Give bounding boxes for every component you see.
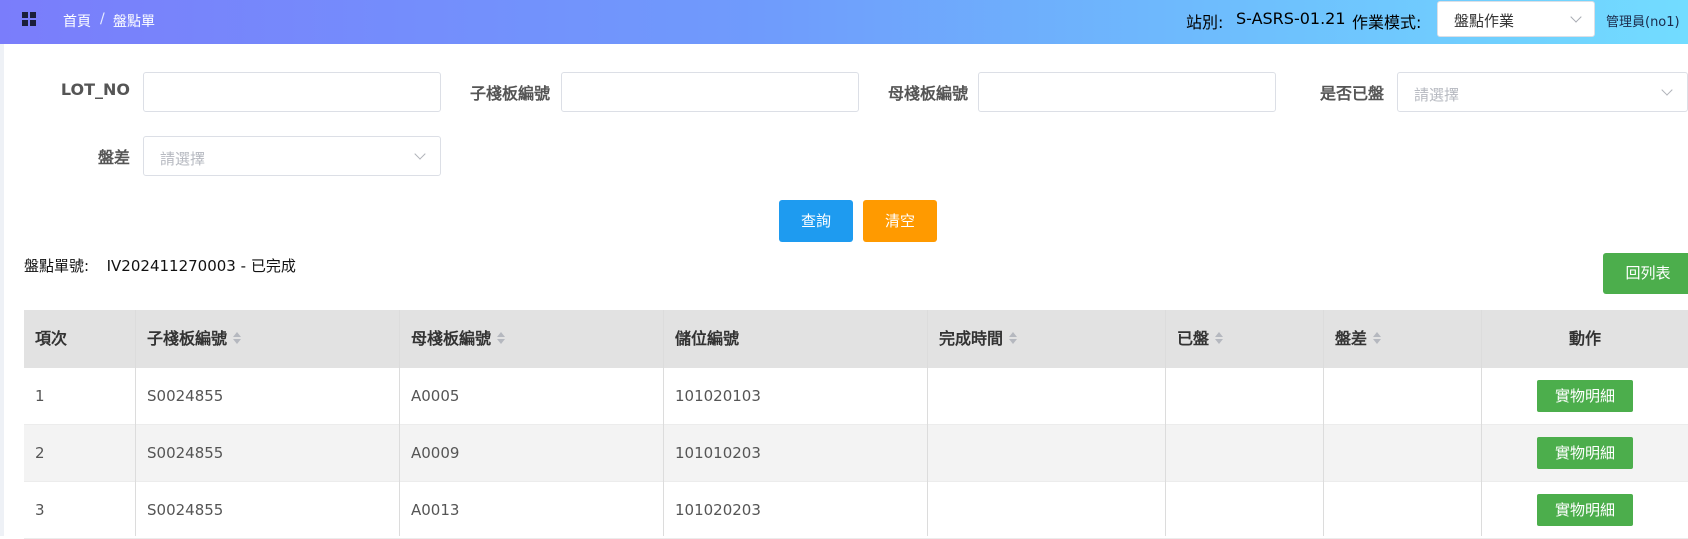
counted-select[interactable]: 請選擇 bbox=[1397, 72, 1688, 112]
left-strip bbox=[0, 44, 4, 536]
diff-label: 盤差 bbox=[97, 148, 130, 167]
cell-child-board: S0024855 bbox=[147, 501, 224, 519]
column-header-parent-board[interactable]: 母棧板編號 bbox=[400, 310, 664, 368]
mode-select[interactable]: 盤點作業 bbox=[1437, 1, 1595, 37]
column-header-child-board[interactable]: 子棧板編號 bbox=[136, 310, 400, 368]
cell-child-board: S0024855 bbox=[147, 444, 224, 462]
cell-diff bbox=[1324, 482, 1335, 538]
cell-counted bbox=[1166, 482, 1177, 538]
cell-done-time bbox=[928, 482, 939, 538]
column-divider bbox=[135, 310, 136, 536]
cell-parent-board: A0009 bbox=[411, 444, 460, 462]
cell-parent-board: A0013 bbox=[411, 501, 460, 519]
table-row: 2 S0024855 A0009 101010203 實物明細 bbox=[24, 425, 1688, 482]
chevron-down-icon bbox=[1661, 84, 1673, 96]
cell-child-board: S0024855 bbox=[147, 387, 224, 405]
diff-select[interactable]: 請選擇 bbox=[143, 136, 441, 176]
order-status: 已完成 bbox=[250, 257, 296, 275]
counted-select-placeholder: 請選擇 bbox=[1414, 86, 1460, 104]
sort-caret-icon[interactable] bbox=[1009, 331, 1018, 345]
column-divider bbox=[1323, 310, 1324, 536]
mode-label: 作業模式: bbox=[1352, 13, 1422, 32]
cell-diff bbox=[1324, 368, 1335, 424]
table-row: 3 S0024855 A0013 101020203 實物明細 bbox=[24, 482, 1688, 539]
column-header-done-time[interactable]: 完成時間 bbox=[928, 310, 1166, 368]
sort-caret-icon[interactable] bbox=[1373, 331, 1382, 345]
order-label: 盤點單號: bbox=[24, 257, 90, 275]
column-header-counted[interactable]: 已盤 bbox=[1166, 310, 1324, 368]
breadcrumb-current: 盤點單 bbox=[113, 14, 155, 30]
cell-done-time bbox=[928, 425, 939, 481]
sort-caret-icon[interactable] bbox=[233, 331, 242, 345]
query-button[interactable]: 查詢 bbox=[779, 200, 853, 242]
column-header-location: 儲位編號 bbox=[675, 329, 740, 348]
cell-location: 101010203 bbox=[675, 444, 761, 462]
chevron-down-icon bbox=[1570, 11, 1582, 23]
apps-grid-icon[interactable] bbox=[22, 12, 36, 26]
top-bar: 首頁 / 盤點單 站別: S-ASRS-01.21 作業模式: 盤點作業 管理員… bbox=[0, 0, 1688, 44]
order-info: 盤點單號: IV202411270003 - 已完成 bbox=[24, 255, 296, 276]
cell-counted bbox=[1166, 368, 1177, 424]
cell-diff bbox=[1324, 425, 1335, 481]
sort-caret-icon[interactable] bbox=[497, 331, 506, 345]
parent-board-input[interactable] bbox=[978, 72, 1276, 112]
diff-select-placeholder: 請選擇 bbox=[160, 150, 206, 168]
table-row: 1 S0024855 A0005 101020103 實物明細 bbox=[24, 368, 1688, 425]
breadcrumb-separator: / bbox=[100, 11, 105, 27]
parent-board-label: 母棧板編號 bbox=[887, 84, 968, 103]
column-divider bbox=[1165, 310, 1166, 536]
column-header-item: 項次 bbox=[35, 329, 68, 348]
cell-counted bbox=[1166, 425, 1177, 481]
item-detail-button[interactable]: 實物明細 bbox=[1537, 380, 1633, 412]
cell-location: 101020103 bbox=[675, 387, 761, 405]
column-divider bbox=[927, 310, 928, 536]
cell-location: 101020203 bbox=[675, 501, 761, 519]
sort-caret-icon[interactable] bbox=[1215, 331, 1224, 345]
table-header: 項次 子棧板編號 母棧板編號 儲位編號 完成時間 已盤 盤差 動作 bbox=[24, 310, 1688, 368]
column-divider bbox=[663, 310, 664, 536]
child-board-label: 子棧板編號 bbox=[469, 84, 550, 103]
station-value: S-ASRS-01.21 bbox=[1236, 9, 1346, 28]
column-divider bbox=[1481, 310, 1482, 536]
counted-label: 是否已盤 bbox=[1319, 84, 1384, 103]
breadcrumb-home[interactable]: 首頁 bbox=[63, 11, 91, 31]
cell-parent-board: A0005 bbox=[411, 387, 460, 405]
cell-item: 3 bbox=[35, 501, 45, 519]
chevron-down-icon bbox=[414, 148, 426, 160]
column-header-diff[interactable]: 盤差 bbox=[1324, 310, 1482, 368]
item-detail-button[interactable]: 實物明細 bbox=[1537, 494, 1633, 526]
cell-item: 1 bbox=[35, 387, 45, 405]
cell-done-time bbox=[928, 368, 939, 424]
lot-no-label: LOT_NO bbox=[60, 80, 130, 99]
back-to-list-button[interactable]: 回列表 bbox=[1603, 253, 1688, 294]
column-divider bbox=[399, 310, 400, 536]
item-detail-button[interactable]: 實物明細 bbox=[1537, 437, 1633, 469]
user-menu[interactable]: 管理員(no1) bbox=[1606, 11, 1680, 30]
clear-button[interactable]: 清空 bbox=[863, 200, 937, 242]
cell-item: 2 bbox=[35, 444, 45, 462]
column-header-action: 動作 bbox=[1568, 329, 1601, 348]
station-label: 站別: bbox=[1186, 13, 1224, 32]
child-board-input[interactable] bbox=[561, 72, 859, 112]
order-number: IV202411270003 bbox=[106, 257, 236, 275]
lot-no-input[interactable] bbox=[143, 72, 441, 112]
order-separator: - bbox=[240, 257, 251, 275]
mode-select-value: 盤點作業 bbox=[1454, 12, 1515, 30]
